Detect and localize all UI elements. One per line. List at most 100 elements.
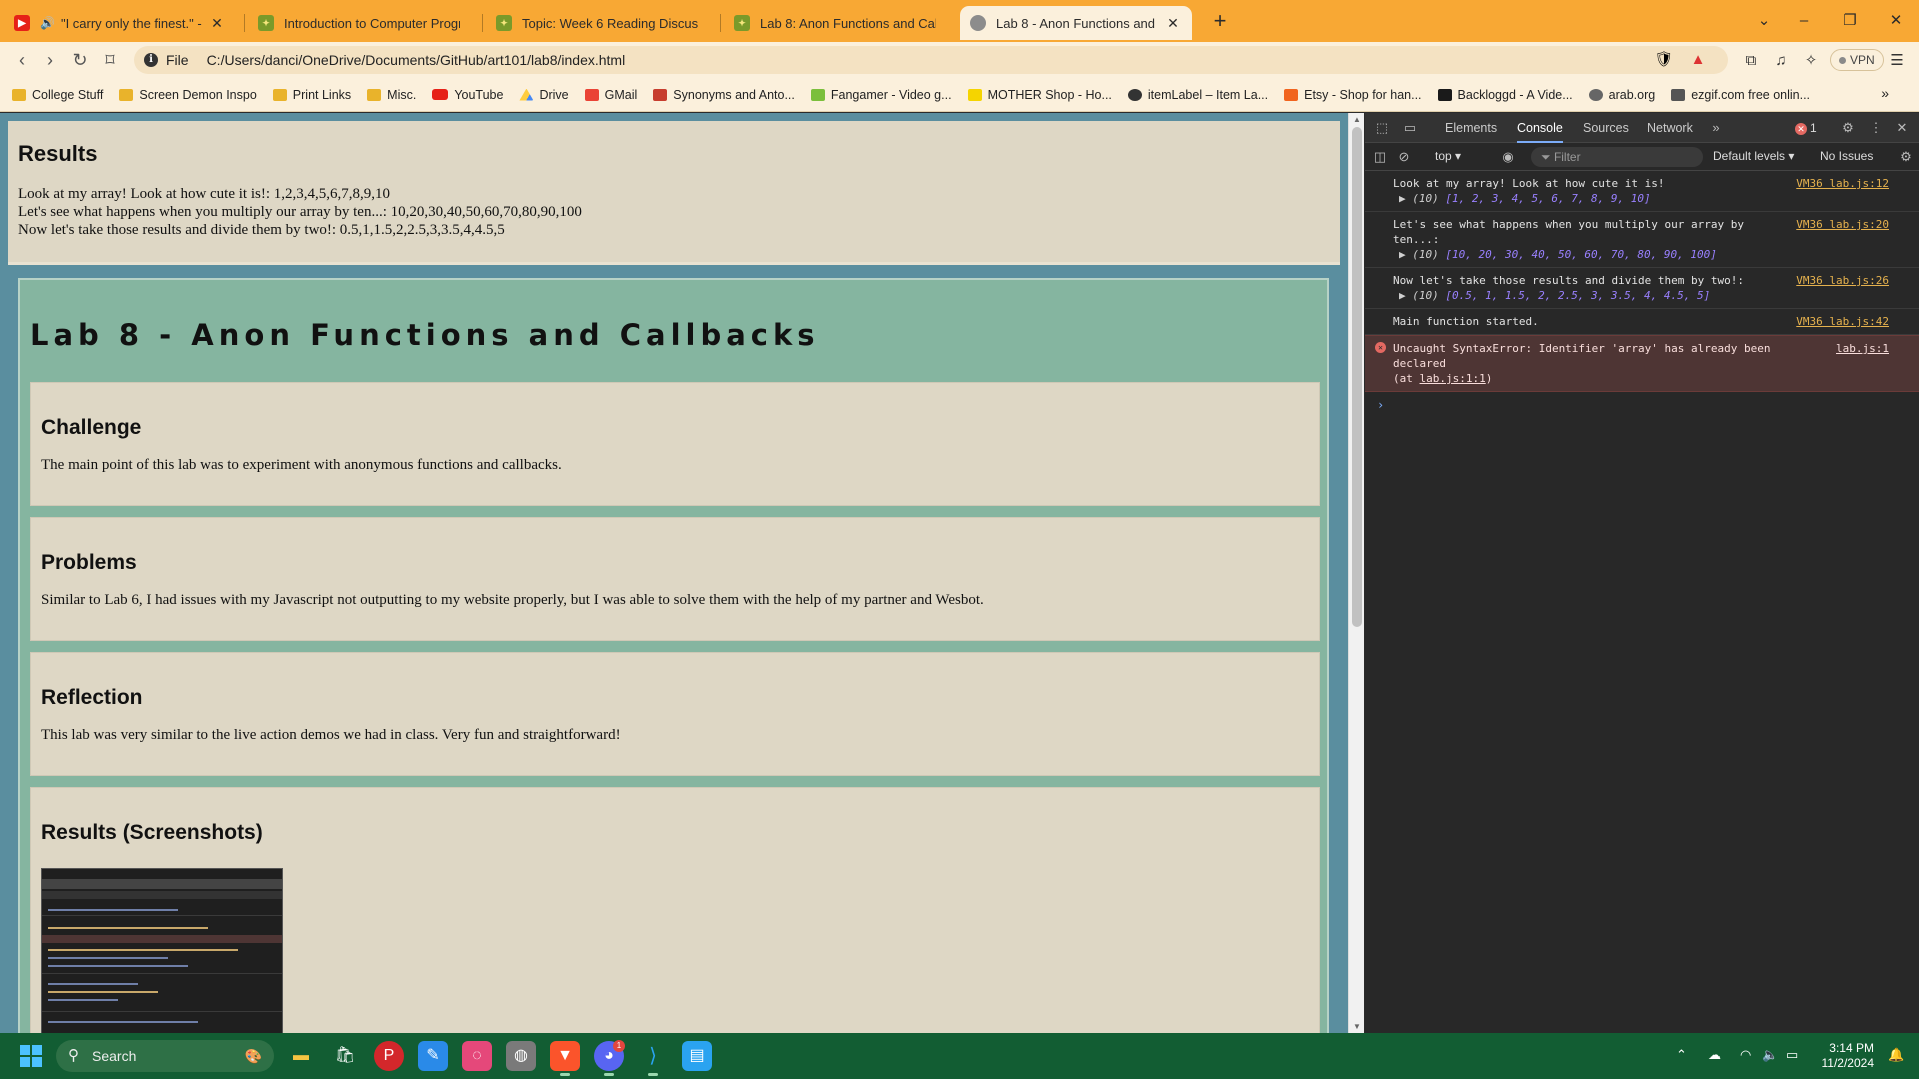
browser-tab-lab8-assignment[interactable]: ✦ Lab 8: Anon Functions and Callback	[724, 6, 946, 40]
log-source-link[interactable]: VM36 lab.js:42	[1796, 314, 1889, 329]
volume-icon[interactable]: 🔈	[1762, 1047, 1778, 1063]
device-toolbar-icon[interactable]: ▭	[1401, 119, 1419, 137]
onedrive-icon[interactable]: ☁	[1708, 1047, 1721, 1063]
page-title: Lab 8 - Anon Functions and Callbacks	[30, 318, 820, 352]
restore-button[interactable]: ❐	[1828, 6, 1872, 36]
close-icon[interactable]: ✕	[1164, 15, 1182, 32]
console-filter-input[interactable]: ⏷ Filter	[1531, 147, 1703, 167]
extensions-icon[interactable]: ⧉	[1740, 50, 1762, 72]
url-text[interactable]: C:/Users/danci/OneDrive/Documents/GitHub…	[207, 52, 626, 68]
notepad-icon[interactable]: ▤	[682, 1041, 712, 1071]
pinterest-icon[interactable]: P	[374, 1041, 404, 1071]
console-settings-icon[interactable]: ⚙	[1897, 148, 1915, 166]
scroll-down-icon[interactable]: ▼	[1349, 1022, 1365, 1031]
context-selector[interactable]: top ▾	[1435, 149, 1461, 163]
console-prompt[interactable]: ›	[1365, 392, 1919, 418]
error-count-badge[interactable]: ✕ 1	[1795, 121, 1817, 135]
start-button[interactable]	[20, 1045, 42, 1067]
bookmark-item[interactable]: Misc.	[367, 88, 416, 102]
brave-rewards-icon[interactable]: ▲	[1688, 50, 1708, 70]
array-preview[interactable]: ▶ (10) [0.5, 1, 1.5, 2, 2.5, 3, 3.5, 4, …	[1393, 288, 1778, 303]
forward-button[interactable]: ›	[36, 46, 64, 74]
bookmark-item[interactable]: Print Links	[272, 88, 351, 102]
info-icon[interactable]: i	[144, 53, 158, 67]
browser-tab-week6-discussion[interactable]: ✦ Topic: Week 6 Reading Discussion N	[486, 6, 708, 40]
bookmark-item[interactable]: itemLabel – Item La...	[1127, 88, 1268, 102]
creative-cloud-icon[interactable]: ◌	[462, 1041, 492, 1071]
bookmark-item[interactable]: Fangamer - Video g...	[810, 88, 952, 102]
bookmark-item[interactable]: MOTHER Shop - Ho...	[967, 88, 1112, 102]
inspect-element-icon[interactable]: ⬚	[1373, 119, 1391, 137]
console-screenshot-image[interactable]	[41, 868, 283, 1033]
log-source-link[interactable]: VM36 lab.js:12	[1796, 176, 1889, 191]
log-source-link[interactable]: VM36 lab.js:20	[1796, 217, 1889, 232]
bookmark-item[interactable]: College Stuff	[12, 88, 103, 102]
brave-shield-icon[interactable]: 🛡	[1654, 50, 1674, 70]
more-bookmarks-icon[interactable]: »	[1881, 85, 1889, 101]
page-viewport: Results Look at my array! Look at how cu…	[0, 113, 1348, 1033]
speaker-icon[interactable]: 🔊	[40, 16, 55, 30]
window-close-button[interactable]: ✕	[1874, 6, 1918, 36]
cloud-app-icon[interactable]: ◍	[506, 1041, 536, 1071]
media-icon[interactable]: ♫	[1770, 50, 1792, 72]
more-options-icon[interactable]: ⋮	[1867, 119, 1885, 137]
array-expand-toggle[interactable]: ▶ (10)	[1399, 248, 1445, 261]
leo-ai-icon[interactable]: ✧	[1800, 50, 1822, 72]
taskbar-search[interactable]: ⚲ Search 🎨	[56, 1040, 274, 1072]
tray-overflow-icon[interactable]: ⌃	[1676, 1047, 1687, 1063]
issues-counter[interactable]: No Issues	[1820, 149, 1873, 163]
bookmark-item[interactable]: Etsy - Shop for han...	[1284, 88, 1422, 102]
log-source-link[interactable]: VM36 lab.js:26	[1796, 273, 1889, 288]
tab-sources[interactable]: Sources	[1583, 113, 1629, 143]
page-scrollbar[interactable]: ▲ ▼	[1348, 113, 1364, 1033]
menu-icon[interactable]: ☰	[1886, 50, 1908, 72]
tab-console[interactable]: Console	[1517, 113, 1563, 143]
microsoft-store-icon[interactable]: 🛍	[330, 1041, 360, 1071]
bookmark-item[interactable]: GMail	[584, 88, 637, 102]
bookmark-item[interactable]: Backloggd - A Vide...	[1437, 88, 1573, 102]
tab-elements[interactable]: Elements	[1445, 113, 1497, 143]
close-icon[interactable]: ✕	[208, 15, 226, 32]
scrollbar-thumb[interactable]	[1352, 127, 1362, 627]
error-source-link[interactable]: lab.js:1	[1836, 341, 1889, 356]
brave-browser-icon[interactable]: ▼	[550, 1041, 580, 1076]
array-preview[interactable]: ▶ (10) [1, 2, 3, 4, 5, 6, 7, 8, 9, 10]	[1393, 191, 1778, 206]
reload-button[interactable]: ↻	[66, 46, 94, 74]
eye-icon[interactable]: ◉	[1499, 148, 1517, 166]
bookmark-item[interactable]: YouTube	[432, 88, 503, 102]
vscode-icon[interactable]: ⟩	[638, 1041, 668, 1076]
new-tab-button[interactable]: +	[1206, 8, 1234, 36]
sidebar-toggle-icon[interactable]: ◫	[1371, 148, 1389, 166]
back-button[interactable]: ‹	[8, 46, 36, 74]
clear-console-icon[interactable]: ⊘	[1395, 148, 1413, 166]
address-bar[interactable]: i File C:/Users/danci/OneDrive/Documents…	[134, 46, 1728, 74]
file-explorer-icon[interactable]: ▬	[286, 1041, 316, 1071]
array-expand-toggle[interactable]: ▶ (10)	[1399, 289, 1445, 302]
browser-tab-intro-programming[interactable]: ✦ Introduction to Computer Programm	[248, 6, 470, 40]
browser-tab-youtube[interactable]: ▶ 🔊 "I carry only the finest." - Fir ✕	[4, 6, 236, 40]
vpn-button[interactable]: VPN	[1830, 49, 1884, 71]
battery-icon[interactable]: ▭	[1786, 1047, 1798, 1063]
browser-tab-lab8-page[interactable]: Lab 8 - Anon Functions and Ca ✕	[960, 6, 1192, 40]
log-levels-dropdown[interactable]: Default levels ▾	[1713, 149, 1794, 163]
scroll-up-icon[interactable]: ▲	[1349, 115, 1365, 124]
array-expand-toggle[interactable]: ▶ (10)	[1399, 192, 1445, 205]
array-preview[interactable]: ▶ (10) [10, 20, 30, 40, 50, 60, 70, 80, …	[1393, 247, 1778, 262]
error-location-link[interactable]: lab.js:1:1	[1420, 372, 1486, 385]
wifi-icon[interactable]: ◠	[1740, 1047, 1751, 1063]
pen-app-icon[interactable]: ✎	[418, 1041, 448, 1071]
bookmark-item[interactable]: ezgif.com free onlin...	[1671, 88, 1810, 102]
tab-network[interactable]: Network	[1647, 113, 1693, 143]
bookmark-icon[interactable]: ⌑	[96, 46, 124, 74]
minimize-button[interactable]: –	[1782, 6, 1826, 36]
bookmark-item[interactable]: Drive	[519, 88, 569, 102]
bookmark-item[interactable]: Synonyms and Anto...	[653, 88, 795, 102]
more-tabs-icon[interactable]: »	[1707, 119, 1725, 137]
notifications-icon[interactable]: 🔔	[1888, 1047, 1904, 1063]
close-devtools-icon[interactable]: ✕	[1893, 119, 1911, 137]
settings-gear-icon[interactable]: ⚙	[1839, 119, 1857, 137]
tab-search-chevron-icon[interactable]: ⌄	[1742, 6, 1786, 36]
bookmark-item[interactable]: arab.org	[1588, 88, 1655, 102]
bookmark-item[interactable]: Screen Demon Inspo	[119, 88, 257, 102]
clock[interactable]: 3:14 PM 11/2/2024	[1810, 1041, 1875, 1071]
